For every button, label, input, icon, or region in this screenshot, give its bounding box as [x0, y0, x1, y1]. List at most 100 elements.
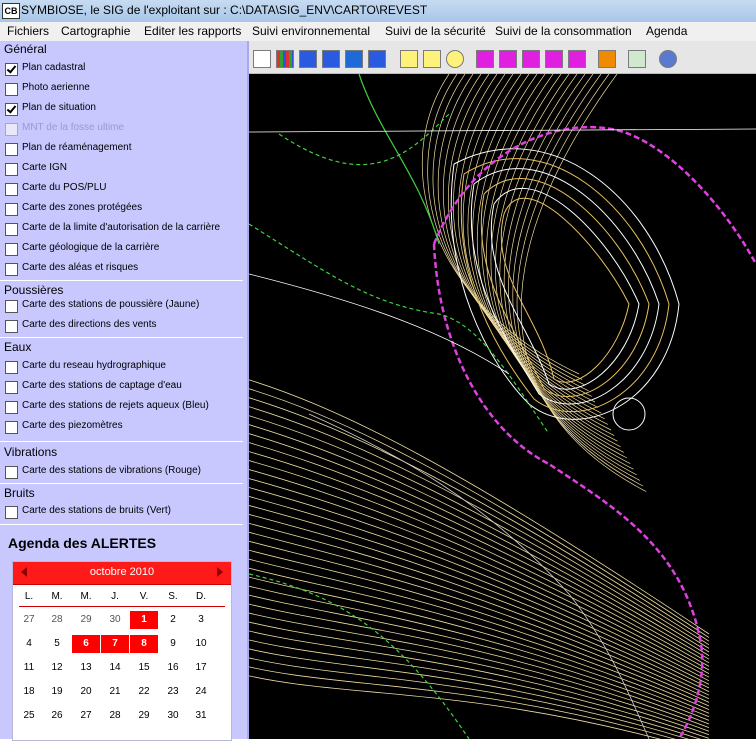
layer-label: Carte des stations de poussière (Jaune)	[22, 299, 200, 310]
checkbox[interactable]	[5, 143, 18, 156]
calendar-day[interactable]: 30	[101, 611, 129, 629]
calendar-day[interactable]: 23	[159, 683, 187, 701]
scale-icon[interactable]	[400, 50, 418, 68]
checkbox[interactable]	[5, 421, 18, 434]
checkbox[interactable]	[5, 381, 18, 394]
settings-icon[interactable]	[659, 50, 677, 68]
zoom-in-icon[interactable]	[299, 50, 317, 68]
calendar-day[interactable]: 9	[159, 635, 187, 653]
calendar-day[interactable]: 27	[15, 611, 43, 629]
next-month-icon[interactable]	[217, 567, 223, 577]
weekday-header: D.	[196, 591, 206, 602]
layer-label: Carte du reseau hydrographique	[22, 360, 166, 371]
clock-icon[interactable]	[446, 50, 464, 68]
calendar-day[interactable]: 8	[130, 635, 158, 653]
divider	[0, 441, 243, 442]
topographic-map[interactable]	[249, 74, 756, 739]
calendar-day[interactable]: 20	[72, 683, 100, 701]
orange-square-icon[interactable]	[598, 50, 616, 68]
calendar-day[interactable]: 11	[15, 659, 43, 677]
calendar-day[interactable]: 18	[15, 683, 43, 701]
menu-cartographie[interactable]: Cartographie	[61, 24, 130, 38]
checkbox[interactable]	[5, 263, 18, 276]
calendar-day[interactable]: 4	[15, 635, 43, 653]
edit-icon[interactable]	[522, 50, 540, 68]
layer-panel: Général Plan cadastral Photo aerienne Pl…	[0, 41, 249, 741]
menu-editer-rapports[interactable]: Editer les rapports	[144, 24, 241, 38]
calendar-day[interactable]: 21	[101, 683, 129, 701]
print-icon[interactable]	[628, 50, 646, 68]
calendar-day[interactable]: 1	[130, 611, 158, 629]
contour-line	[249, 558, 710, 707]
calendar-day[interactable]: 2	[159, 611, 187, 629]
contour-line	[249, 657, 689, 739]
delete-icon[interactable]	[568, 50, 586, 68]
move-icon[interactable]	[545, 50, 563, 68]
menu-fichiers[interactable]: Fichiers	[7, 24, 49, 38]
checkbox[interactable]	[5, 466, 18, 479]
calendar-day[interactable]: 29	[72, 611, 100, 629]
contour-line	[249, 531, 710, 696]
checkbox[interactable]	[5, 506, 18, 519]
calendar-day[interactable]: 17	[187, 659, 215, 677]
agenda-title: Agenda des ALERTES	[8, 535, 157, 551]
checkbox[interactable]	[5, 183, 18, 196]
calendar-day[interactable]: 26	[43, 707, 71, 725]
checkbox[interactable]	[5, 223, 18, 236]
pan-icon[interactable]	[345, 50, 363, 68]
checkbox[interactable]	[5, 83, 18, 96]
calendar-day[interactable]: 3	[187, 611, 215, 629]
contour-line	[249, 567, 710, 710]
calendar-day[interactable]: 5	[43, 635, 71, 653]
draw-icon[interactable]	[499, 50, 517, 68]
calendar-day[interactable]: 28	[43, 611, 71, 629]
calendar-day[interactable]: 30	[159, 707, 187, 725]
calendar-day[interactable]: 19	[43, 683, 71, 701]
calendar-day[interactable]: 29	[130, 707, 158, 725]
checkbox[interactable]	[5, 320, 18, 333]
divider	[0, 337, 243, 338]
calendar-day[interactable]: 25	[15, 707, 43, 725]
zoom-extent-icon[interactable]	[368, 50, 386, 68]
checkbox[interactable]	[5, 300, 18, 313]
menu-agenda[interactable]: Agenda	[646, 24, 687, 38]
checkbox[interactable]	[5, 401, 18, 414]
calendar-day[interactable]: 22	[130, 683, 158, 701]
divider	[0, 524, 243, 525]
calendar-day[interactable]: 12	[43, 659, 71, 677]
calendar-day[interactable]: 10	[187, 635, 215, 653]
layer-label: Carte de la limite d'autorisation de la …	[22, 222, 221, 233]
calendar-day[interactable]: 24	[187, 683, 215, 701]
layer-label: Carte IGN	[22, 162, 68, 173]
calendar-day[interactable]: 13	[72, 659, 100, 677]
weekday-header: J.	[111, 591, 119, 602]
group-title-eaux: Eaux	[4, 340, 32, 354]
layer-label: Carte du POS/PLU	[22, 182, 107, 193]
checkbox[interactable]	[5, 163, 18, 176]
select-icon[interactable]	[476, 50, 494, 68]
layer-label: Plan de situation	[22, 102, 96, 113]
calendar-day[interactable]: 31	[187, 707, 215, 725]
menu-suivi-consommation[interactable]: Suivi de la consommation	[495, 24, 632, 38]
calendar-day[interactable]: 16	[159, 659, 187, 677]
checkbox[interactable]	[5, 243, 18, 256]
calendar-day[interactable]: 15	[130, 659, 158, 677]
calendar-day[interactable]: 27	[72, 707, 100, 725]
zoom-out-icon[interactable]	[322, 50, 340, 68]
contour-line	[249, 442, 710, 660]
calendar-day[interactable]: 6	[72, 635, 100, 653]
calendar-day[interactable]: 14	[101, 659, 129, 677]
calendar-day[interactable]: 7	[101, 635, 129, 653]
menu-suivi-environnemental[interactable]: Suivi environnemental	[252, 24, 370, 38]
grid-icon[interactable]	[276, 50, 294, 68]
checkbox[interactable]	[5, 103, 18, 116]
map-view[interactable]	[249, 74, 756, 739]
checkbox[interactable]	[5, 361, 18, 374]
checkbox[interactable]	[5, 203, 18, 216]
menu-suivi-securite[interactable]: Suivi de la sécurité	[385, 24, 486, 38]
measure-icon[interactable]	[423, 50, 441, 68]
divider	[0, 280, 243, 281]
layers-icon[interactable]	[253, 50, 271, 68]
checkbox[interactable]	[5, 63, 18, 76]
calendar-day[interactable]: 28	[101, 707, 129, 725]
